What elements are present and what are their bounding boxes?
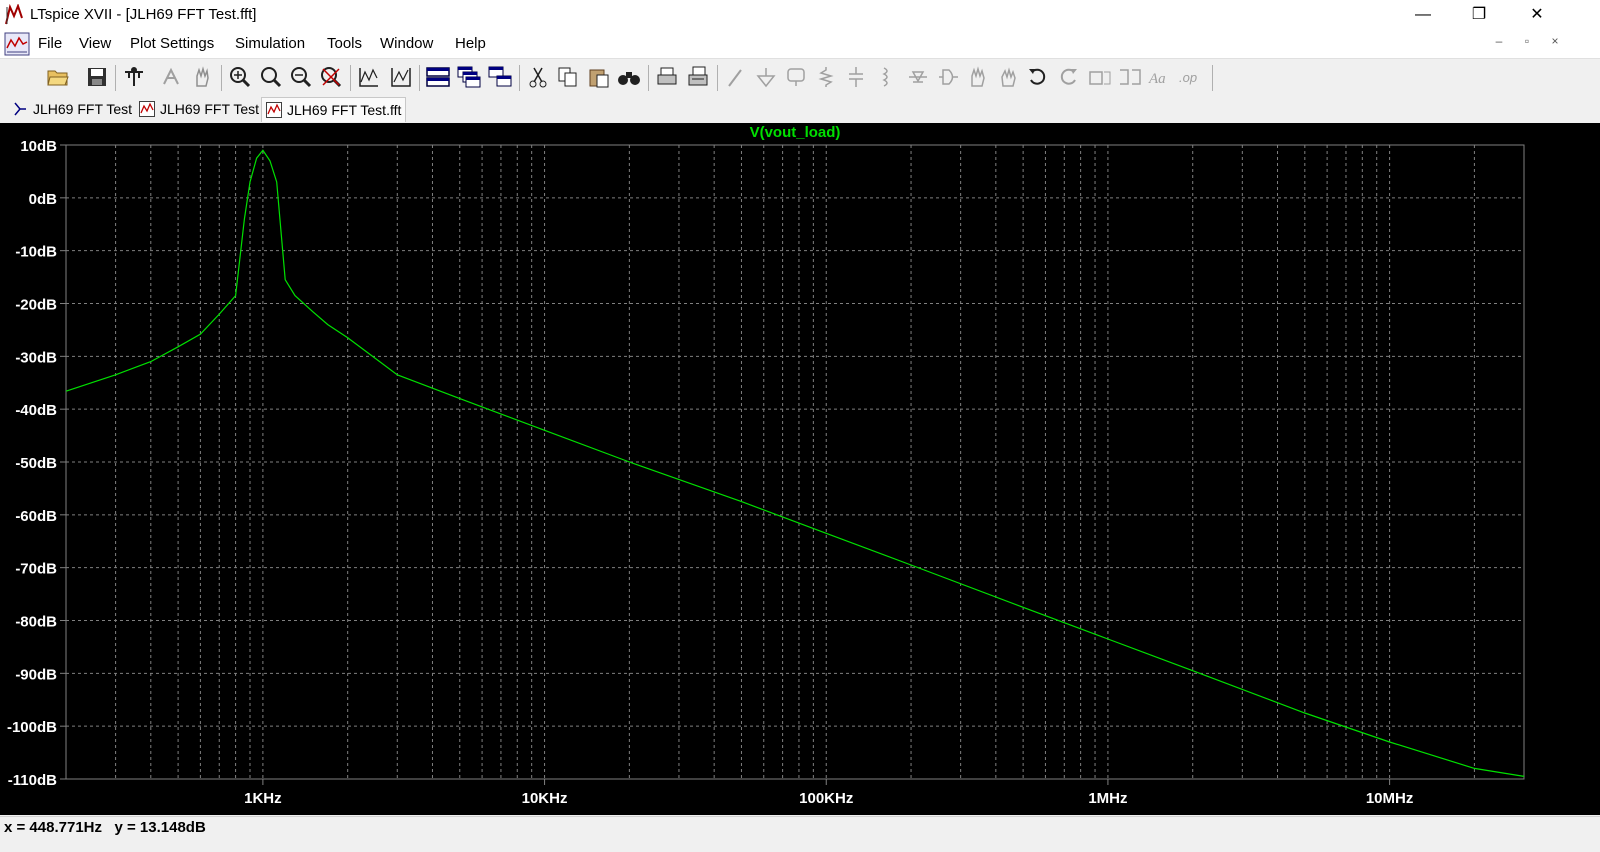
text-icon[interactable]: Aa <box>1147 64 1173 90</box>
manual-limits-icon[interactable] <box>388 64 414 90</box>
control-panel-icon[interactable] <box>121 64 147 90</box>
cascade-icon[interactable] <box>456 64 482 90</box>
document-waveform-icon[interactable] <box>4 32 30 56</box>
zoom-full-icon[interactable] <box>258 64 284 90</box>
document-tabs: JLH69 FFT Test JLH69 FFT Test JLH69 FFT … <box>0 97 1600 123</box>
minimize-button[interactable]: — <box>1400 0 1446 30</box>
zoom-out-icon[interactable] <box>288 64 314 90</box>
mdi-minimize-button[interactable]: – <box>1488 34 1510 54</box>
menu-plot-settings[interactable]: Plot Settings <box>130 35 214 52</box>
mdi-restore-button[interactable]: ▫ <box>1516 34 1538 54</box>
y-tick-label[interactable]: -20dB <box>15 297 57 314</box>
y-tick-label[interactable]: -10dB <box>15 244 57 261</box>
waveform-icon <box>266 102 282 118</box>
open-icon[interactable] <box>45 64 71 90</box>
cut-icon[interactable] <box>525 64 551 90</box>
tab-label: JLH69 FFT Test <box>160 101 260 117</box>
maximize-button[interactable]: ❐ <box>1456 0 1502 30</box>
print-setup-icon[interactable] <box>685 64 711 90</box>
y-tick-label[interactable]: -90dB <box>15 666 57 683</box>
y-tick-label[interactable]: -40dB <box>15 402 57 419</box>
tile-vertical-icon[interactable] <box>487 64 513 90</box>
redo-icon[interactable] <box>1055 64 1081 90</box>
window-title: LTspice XVII - [JLH69 FFT Test.fft] <box>30 6 257 23</box>
x-tick-label[interactable]: 1MHz <box>1088 790 1127 807</box>
move-icon[interactable] <box>965 64 991 90</box>
menu-file[interactable]: File <box>38 35 62 52</box>
copy-icon[interactable] <box>555 64 581 90</box>
menu-view[interactable]: View <box>79 35 111 52</box>
x-tick-label[interactable]: 100KHz <box>799 790 853 807</box>
mirror-icon[interactable] <box>1117 64 1143 90</box>
inductor-icon[interactable] <box>873 64 899 90</box>
resistor-icon[interactable] <box>813 64 839 90</box>
tile-horizontal-icon[interactable] <box>425 64 451 90</box>
label-icon[interactable] <box>783 64 809 90</box>
zoom-in-icon[interactable] <box>227 64 253 90</box>
mdi-close-button[interactable]: × <box>1544 34 1566 54</box>
tab-label: JLH69 FFT Test.fft <box>287 102 402 118</box>
ground-icon[interactable] <box>753 64 779 90</box>
x-tick-label[interactable]: 10KHz <box>522 790 568 807</box>
fft-chart[interactable]: 10dB 0dB -10dB -20dB -30dB -40dB -50dB -60dB -70… <box>0 123 1600 815</box>
paste-icon[interactable] <box>586 64 612 90</box>
y-tick-label[interactable]: -110dB <box>8 772 57 789</box>
y-tick-label[interactable]: -70dB <box>15 561 57 578</box>
y-tick-label[interactable]: 10dB <box>20 138 57 155</box>
wire-icon[interactable] <box>723 64 749 90</box>
print-icon[interactable] <box>654 64 680 90</box>
menu-help[interactable]: Help <box>455 35 486 52</box>
tab-schematic[interactable]: JLH69 FFT Test <box>8 97 136 121</box>
status-bar: x = 448.771Hz y = 13.148dB <box>0 816 1600 852</box>
y-tick-label[interactable]: 0dB <box>29 191 58 208</box>
run-icon[interactable] <box>158 64 184 90</box>
component-icon[interactable] <box>935 64 961 90</box>
y-tick-label[interactable]: -50dB <box>15 455 57 472</box>
find-icon[interactable] <box>616 64 642 90</box>
waveform-icon <box>139 101 155 117</box>
menu-bar: File View Plot Settings Simulation Tools… <box>0 30 1600 59</box>
y-tick-label[interactable]: -80dB <box>15 614 57 631</box>
close-button[interactable]: ✕ <box>1514 0 1560 30</box>
menu-window[interactable]: Window <box>380 35 433 52</box>
x-tick-label[interactable]: 1KHz <box>244 790 282 807</box>
trace-name-label[interactable]: V(vout_load) <box>750 124 841 141</box>
spice-directive-icon[interactable]: .op <box>1177 64 1203 90</box>
save-icon[interactable] <box>84 64 110 90</box>
title-bar: LTspice XVII - [JLH69 FFT Test.fft] — ❐ … <box>0 0 1600 30</box>
tab-label: JLH69 FFT Test <box>33 101 133 117</box>
schematic-icon <box>14 102 26 116</box>
svg-text:Aa: Aa <box>1148 71 1166 87</box>
menu-simulation[interactable]: Simulation <box>235 35 305 52</box>
y-tick-label[interactable]: -60dB <box>15 508 57 525</box>
tab-waveform[interactable]: JLH69 FFT Test <box>135 97 263 121</box>
y-tick-label[interactable]: -30dB <box>15 349 57 366</box>
x-tick-label[interactable]: 10MHz <box>1366 790 1414 807</box>
autorange-icon[interactable] <box>356 64 382 90</box>
y-tick-label[interactable]: -100dB <box>7 719 57 736</box>
waveform-plot[interactable]: 10dB 0dB -10dB -20dB -30dB -40dB -50dB -60dB -70… <box>0 123 1600 815</box>
capacitor-icon[interactable] <box>843 64 869 90</box>
ltspice-logo-icon <box>5 4 23 25</box>
pan-icon[interactable] <box>189 64 215 90</box>
tab-fft[interactable]: JLH69 FFT Test.fft <box>261 97 407 122</box>
menu-tools[interactable]: Tools <box>327 35 362 52</box>
rotate-icon[interactable] <box>1087 64 1113 90</box>
drag-icon[interactable] <box>995 64 1021 90</box>
svg-text:.op: .op <box>1179 70 1197 85</box>
zoom-cancel-icon[interactable] <box>318 64 344 90</box>
cursor-readout: x = 448.771Hz y = 13.148dB <box>4 819 206 836</box>
undo-icon[interactable] <box>1025 64 1051 90</box>
toolbar: Aa .op <box>0 59 1600 98</box>
diode-icon[interactable] <box>905 64 931 90</box>
